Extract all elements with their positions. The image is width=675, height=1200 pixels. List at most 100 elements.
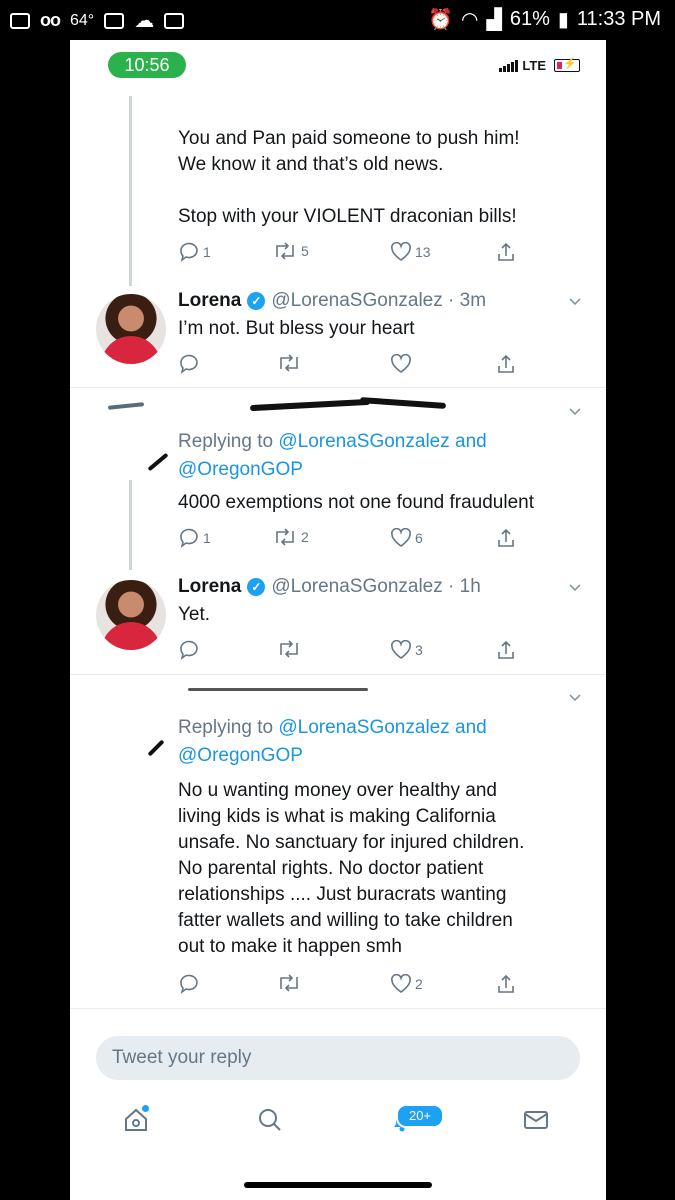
clock: 11:33 PM [576,8,661,30]
cloud-icon: ☁ [134,10,155,32]
like-count: 3 [415,642,423,658]
notifications-badge: 20+ [396,1104,444,1128]
home-new-dot [142,1105,149,1112]
thread-line [129,480,132,570]
reply-icon [180,242,198,262]
messages-icon [524,1111,548,1129]
tweet-actions: 3 [178,640,518,664]
display-name[interactable]: Lorena [178,290,241,312]
like-icon [391,974,411,993]
verified-icon: ✓ [247,292,266,310]
gallery-icon [104,12,125,29]
reply-input[interactable]: Tweet your reply [96,1036,580,1080]
like-button[interactable]: 3 [390,640,423,660]
mention-link[interactable]: @LorenaSGonzalez [278,431,449,452]
reply-button[interactable] [178,640,200,660]
retweet-button[interactable] [276,974,302,992]
chevron-down-icon[interactable] [568,404,582,418]
redacted-name [249,398,371,412]
tab-search[interactable] [256,1106,284,1139]
tweet-text: No u wanting money over healthy and livi… [178,780,525,957]
share-icon [498,242,514,261]
status-time: 10:56 [108,52,186,78]
share-button[interactable] [496,354,516,374]
signal-icon: ▟ [486,9,502,31]
tweet-header: Lorena ✓ @LorenaSGonzalez · 1h [178,576,481,598]
mention-link[interactable]: @LorenaSGonzalez [278,717,449,738]
handle[interactable]: @LorenaSGonzalez · 3m [271,290,486,312]
divider [70,387,606,388]
like-button[interactable]: 2 [390,974,423,994]
reply-button[interactable] [178,354,200,374]
ios-status-bar: 10:56 LTE ⚡ [70,40,606,96]
pulse-icon [164,12,185,29]
tweet-actions: 1 5 13 [178,242,518,266]
mention-link[interactable]: @OregonGOP [178,745,303,766]
share-icon [498,640,514,659]
avatar[interactable] [96,294,166,364]
handle[interactable]: @LorenaSGonzalez · 1h [271,576,480,598]
share-icon [498,354,514,373]
retweet-count: 5 [301,243,309,259]
phone-screen: 10:56 LTE ⚡ You and Pan paid someone to … [70,40,606,1200]
reply-button[interactable]: 1 [178,242,211,262]
reply-button[interactable] [178,974,200,994]
like-count: 13 [415,244,431,260]
email-icon [10,12,30,29]
reply-placeholder: Tweet your reply [112,1047,252,1068]
redacted-mark [147,739,165,757]
tweet-text: You and Pan paid someone to push him! We… [178,128,520,227]
retweet-count: 2 [301,529,309,545]
retweet-button[interactable] [276,354,302,372]
reply-icon [180,528,198,548]
system-status-bar: oo 64° ☁ ⏰ ◠ ▟ 61% ▮ 11:33 PM [0,0,675,40]
redacted-name [359,397,447,409]
retweet-button[interactable]: 5 [272,242,309,260]
share-button[interactable] [496,242,516,262]
share-button[interactable] [496,974,516,994]
redacted-avatar [107,402,145,410]
chevron-down-icon[interactable] [568,580,582,594]
mention-and: and [449,431,487,452]
network-indicator: LTE ⚡ [499,58,580,73]
bottom-tab-bar [70,1098,606,1158]
like-button[interactable] [390,354,412,374]
tweet-text: 4000 exemptions not one found fraudulent [178,492,534,513]
voicemail-icon: oo [40,10,61,30]
tweet-actions [178,354,518,378]
display-name[interactable]: Lorena [178,576,241,598]
verified-icon: ✓ [247,578,266,596]
like-count: 6 [415,530,423,546]
tab-messages[interactable] [522,1106,550,1139]
temperature: 64° [70,11,95,29]
like-icon [391,640,411,659]
battery-percent: 61% [509,8,550,30]
share-icon [498,974,514,993]
chevron-down-icon[interactable] [568,690,582,704]
search-icon [259,1109,281,1131]
reply-button[interactable]: 1 [178,528,211,548]
network-type: LTE [522,58,546,73]
like-icon [391,242,411,261]
replying-to-label: Replying to [178,717,279,738]
retweet-button[interactable] [276,640,302,658]
mention-and: and [449,717,487,738]
retweet-icon [280,974,298,992]
like-button[interactable]: 6 [390,528,423,548]
share-button[interactable] [496,528,516,548]
retweet-icon [276,528,294,546]
share-button[interactable] [496,640,516,660]
avatar[interactable] [96,580,166,650]
reply-count: 1 [203,530,211,546]
replying-to-label: Replying to [178,431,279,452]
reply-icon [180,974,198,994]
mention-link[interactable]: @OregonGOP [178,459,303,480]
like-count: 2 [415,976,423,992]
chevron-down-icon[interactable] [568,294,582,308]
retweet-icon [280,354,298,372]
replying-to: Replying to @LorenaSGonzalez and @Oregon… [178,428,487,484]
like-icon [391,528,411,547]
retweet-button[interactable]: 2 [272,528,309,546]
reply-icon [180,354,198,374]
like-button[interactable]: 13 [390,242,431,262]
